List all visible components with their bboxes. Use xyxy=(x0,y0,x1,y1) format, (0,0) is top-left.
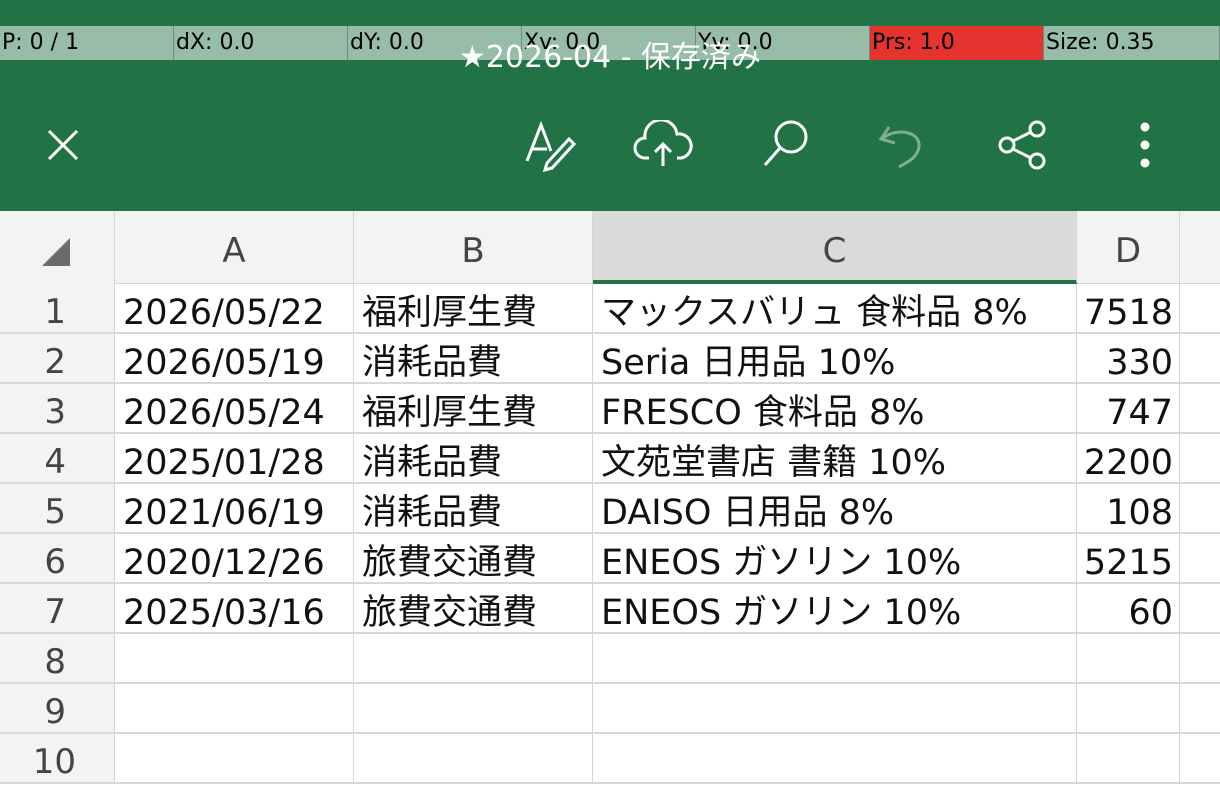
row-header[interactable]: 9 xyxy=(0,684,115,732)
more-icon[interactable] xyxy=(1110,110,1180,180)
table-row: 8 xyxy=(0,634,1220,684)
cell-c6[interactable]: ENEOS ガソリン 10% xyxy=(593,534,1077,582)
cell-c9[interactable] xyxy=(593,684,1077,732)
row-header[interactable]: 4 xyxy=(0,434,115,482)
cell-a8[interactable] xyxy=(115,634,354,682)
row-header[interactable]: 8 xyxy=(0,634,115,682)
cell-a5[interactable]: 2021/06/19 xyxy=(115,484,354,532)
select-all-triangle-icon xyxy=(42,238,70,266)
search-icon[interactable] xyxy=(750,110,820,180)
cell-c7[interactable]: ENEOS ガソリン 10% xyxy=(593,584,1077,632)
cell-b3[interactable]: 福利厚生費 xyxy=(354,384,593,432)
cell-d6[interactable]: 5215 xyxy=(1077,534,1180,582)
row-header[interactable]: 5 xyxy=(0,484,115,532)
row-header[interactable]: 7 xyxy=(0,584,115,632)
column-header-d[interactable]: D xyxy=(1077,211,1180,284)
cell-a3[interactable]: 2026/05/24 xyxy=(115,384,354,432)
cell-c3[interactable]: FRESCO 食料品 8% xyxy=(593,384,1077,432)
table-row: 1 2026/05/22 福利厚生費 マックスバリュ 食料品 8% 7518 xyxy=(0,284,1220,334)
table-row: 6 2020/12/26 旅費交通費 ENEOS ガソリン 10% 5215 xyxy=(0,534,1220,584)
cell-c2[interactable]: Seria 日用品 10% xyxy=(593,334,1077,382)
sheet-rows: 1 2026/05/22 福利厚生費 マックスバリュ 食料品 8% 7518 2… xyxy=(0,284,1220,784)
cell-d2[interactable]: 330 xyxy=(1077,334,1180,382)
column-header-a[interactable]: A xyxy=(115,211,354,284)
cell-b7[interactable]: 旅費交通費 xyxy=(354,584,593,632)
column-header-row: A B C D xyxy=(0,211,1220,284)
select-all-corner[interactable] xyxy=(0,211,115,284)
cell-d4[interactable]: 2200 xyxy=(1077,434,1180,482)
cell-b6[interactable]: 旅費交通費 xyxy=(354,534,593,582)
cell-d5[interactable]: 108 xyxy=(1077,484,1180,532)
undo-icon xyxy=(868,110,938,180)
table-row: 10 xyxy=(0,734,1220,784)
cell-b4[interactable]: 消耗品費 xyxy=(354,434,593,482)
spreadsheet-grid[interactable]: A B C D 1 2026/05/22 福利厚生費 マックスバリュ 食料品 8… xyxy=(0,211,1220,797)
row-header[interactable]: 6 xyxy=(0,534,115,582)
row-header[interactable]: 1 xyxy=(0,284,115,332)
cell-b2[interactable]: 消耗品費 xyxy=(354,334,593,382)
cell-b8[interactable] xyxy=(354,634,593,682)
column-header-c[interactable]: C xyxy=(593,211,1077,284)
cell-a6[interactable]: 2020/12/26 xyxy=(115,534,354,582)
table-row: 2 2026/05/19 消耗品費 Seria 日用品 10% 330 xyxy=(0,334,1220,384)
cell-a4[interactable]: 2025/01/28 xyxy=(115,434,354,482)
cell-a10[interactable] xyxy=(115,734,354,782)
cell-b10[interactable] xyxy=(354,734,593,782)
table-row: 5 2021/06/19 消耗品費 DAISO 日用品 8% 108 xyxy=(0,484,1220,534)
row-header[interactable]: 3 xyxy=(0,384,115,432)
cell-b9[interactable] xyxy=(354,684,593,732)
row-header[interactable]: 10 xyxy=(0,734,115,782)
cell-d3[interactable]: 747 xyxy=(1077,384,1180,432)
column-header-b[interactable]: B xyxy=(354,211,593,284)
cell-c5[interactable]: DAISO 日用品 8% xyxy=(593,484,1077,532)
pen-edit-icon[interactable] xyxy=(514,110,584,180)
table-row: 4 2025/01/28 消耗品費 文苑堂書店 書籍 10% 2200 xyxy=(0,434,1220,484)
table-row: 7 2025/03/16 旅費交通費 ENEOS ガソリン 10% 60 xyxy=(0,584,1220,634)
cell-a9[interactable] xyxy=(115,684,354,732)
cell-b1[interactable]: 福利厚生費 xyxy=(354,284,593,332)
cell-c8[interactable] xyxy=(593,634,1077,682)
row-header[interactable]: 2 xyxy=(0,334,115,382)
document-title: ★2026-04 - 保存済み xyxy=(458,40,762,75)
close-icon[interactable] xyxy=(28,110,98,180)
table-row: 9 xyxy=(0,684,1220,734)
cell-d1[interactable]: 7518 xyxy=(1077,284,1180,332)
share-icon[interactable] xyxy=(988,110,1058,180)
cell-d8[interactable] xyxy=(1077,634,1180,682)
cell-a7[interactable]: 2025/03/16 xyxy=(115,584,354,632)
cell-a2[interactable]: 2026/05/19 xyxy=(115,334,354,382)
cell-d9[interactable] xyxy=(1077,684,1180,732)
cell-c10[interactable] xyxy=(593,734,1077,782)
cell-b5[interactable]: 消耗品費 xyxy=(354,484,593,532)
cell-d7[interactable]: 60 xyxy=(1077,584,1180,632)
cell-c4[interactable]: 文苑堂書店 書籍 10% xyxy=(593,434,1077,482)
cell-c1[interactable]: マックスバリュ 食料品 8% xyxy=(593,284,1077,332)
table-row: 3 2026/05/24 福利厚生費 FRESCO 食料品 8% 747 xyxy=(0,384,1220,434)
cloud-upload-icon[interactable] xyxy=(628,110,698,180)
cell-d10[interactable] xyxy=(1077,734,1180,782)
cell-a1[interactable]: 2026/05/22 xyxy=(115,284,354,332)
